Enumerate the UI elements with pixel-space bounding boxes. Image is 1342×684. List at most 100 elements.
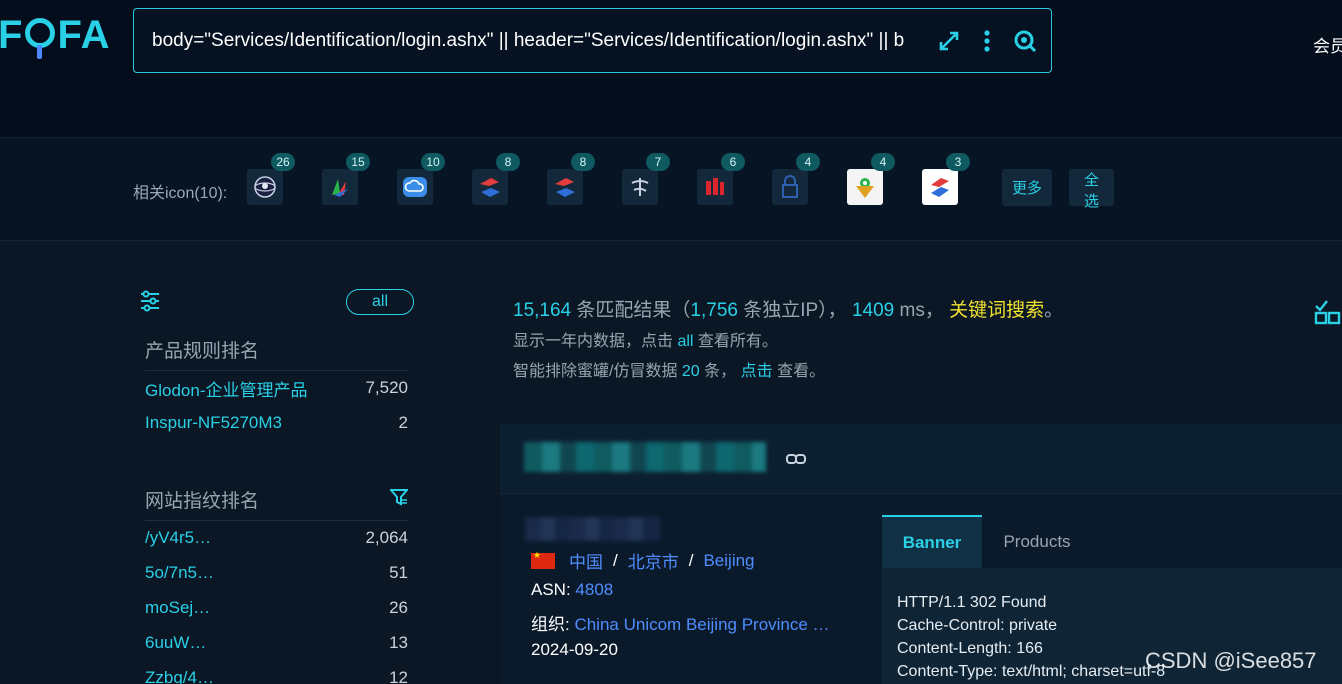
link-icon[interactable] bbox=[786, 452, 806, 470]
rank-count: 2,064 bbox=[365, 528, 408, 547]
match-count: 15,164 bbox=[513, 300, 572, 321]
layout-grid-icon[interactable] bbox=[1314, 298, 1342, 331]
filter-settings-icon[interactable] bbox=[140, 290, 160, 317]
rank-name[interactable]: /yV4r5… bbox=[145, 528, 211, 548]
separator: / bbox=[613, 550, 618, 570]
rank-name[interactable]: moSej… bbox=[145, 598, 210, 618]
product-rank-row[interactable]: Glodon-企业管理产品 7,520 bbox=[145, 376, 408, 400]
tab-banner[interactable]: Banner bbox=[882, 515, 982, 568]
query-time: 1409 bbox=[851, 300, 895, 321]
member-link[interactable]: 会员 bbox=[1313, 32, 1342, 57]
all-data-toggle[interactable]: all bbox=[346, 289, 414, 315]
funnel-filter-icon[interactable] bbox=[388, 488, 410, 511]
red-blue-s-icon bbox=[931, 178, 949, 197]
logo-letter-f: F bbox=[0, 12, 24, 57]
country-link[interactable]: 中国 bbox=[569, 548, 603, 573]
honeypot-view-link[interactable]: 点击 bbox=[741, 363, 773, 380]
icon-count-badge: 4 bbox=[796, 153, 820, 171]
banner-line: HTTP/1.1 302 Found bbox=[897, 594, 1047, 611]
fingerprint-rank-row[interactable]: 5o/7n5… 51 bbox=[145, 561, 408, 585]
fingerprint-rank-row[interactable]: moSej… 26 bbox=[145, 596, 408, 620]
related-icon-5[interactable]: 8 bbox=[547, 153, 595, 205]
rank-name[interactable]: Inspur-NF5270M3 bbox=[145, 413, 282, 433]
stats-end: 。 bbox=[1044, 300, 1064, 321]
tab-products[interactable]: Products bbox=[982, 515, 1092, 568]
red-building-icon bbox=[706, 178, 724, 195]
related-icon-9[interactable]: 4 bbox=[847, 153, 895, 205]
related-icon-1[interactable]: 26 bbox=[247, 153, 295, 205]
fingerprint-rank-row[interactable]: Zzbg/4… 12 bbox=[145, 666, 408, 684]
related-icon-3[interactable]: 10 bbox=[397, 153, 445, 205]
blue-lock-icon bbox=[782, 175, 798, 198]
related-icon-6[interactable]: 7 bbox=[622, 153, 670, 205]
asn-link[interactable]: 4808 bbox=[575, 580, 613, 599]
related-icon-10[interactable]: 3 bbox=[922, 153, 970, 205]
product-rank-row[interactable]: Inspur-NF5270M3 2 bbox=[145, 411, 408, 435]
rank-name[interactable]: 5o/7n5… bbox=[145, 563, 214, 583]
asn-line: ASN: 4808 bbox=[531, 580, 613, 600]
location-line: 中国 / 北京市 / Beijing bbox=[531, 548, 755, 573]
honeypot-suffix: 查看。 bbox=[772, 363, 826, 380]
result-date: 2024-09-20 bbox=[531, 640, 618, 659]
related-icon-4[interactable]: 8 bbox=[472, 153, 520, 205]
fingerprint-rank-row[interactable]: 6uuW… 13 bbox=[145, 631, 408, 655]
fingerprint-rank-row[interactable]: /yV4r5… 2,064 bbox=[145, 526, 408, 550]
more-icons-button[interactable]: 更多 bbox=[1002, 169, 1052, 206]
redacted-host-title[interactable] bbox=[524, 442, 766, 472]
globe-icon bbox=[254, 176, 276, 198]
divider bbox=[145, 520, 408, 521]
separator: / bbox=[688, 550, 694, 570]
rank-count: 2 bbox=[398, 413, 408, 432]
rank-name[interactable]: Zzbg/4… bbox=[145, 668, 214, 684]
top-header: F FA 会员 bbox=[0, 0, 1342, 138]
more-options-icon[interactable] bbox=[975, 27, 999, 55]
city-en-link[interactable]: Beijing bbox=[703, 551, 754, 571]
icon-count-badge: 3 bbox=[946, 153, 970, 171]
rank-name[interactable]: 6uuW… bbox=[145, 633, 206, 653]
icon-count-badge: 26 bbox=[271, 153, 295, 171]
result-stats: 15,164 条匹配结果（1,756 条独立IP）， 1409 ms， 关键词搜… bbox=[513, 295, 1063, 322]
select-all-button[interactable]: 全选 bbox=[1069, 169, 1114, 210]
related-icon-7[interactable]: 6 bbox=[697, 153, 745, 205]
redacted-ip[interactable] bbox=[525, 517, 660, 541]
icon-count-badge: 8 bbox=[496, 153, 520, 171]
search-input[interactable] bbox=[152, 27, 944, 55]
related-icon-2[interactable]: 15 bbox=[322, 153, 370, 205]
icon-count-badge: 6 bbox=[721, 153, 745, 171]
honeypot-notice: 智能排除蜜罐/仿冒数据 20 条， 点击 查看。 bbox=[513, 357, 825, 381]
unique-ip-label: 条独立IP）， bbox=[737, 300, 852, 321]
icon-count-badge: 7 bbox=[646, 153, 670, 171]
keyword-search-link[interactable]: 关键词搜索 bbox=[949, 300, 1044, 321]
match-label: 条匹配结果（ bbox=[571, 300, 691, 321]
search-actions bbox=[937, 27, 1037, 55]
fofa-logo[interactable]: F FA bbox=[0, 10, 111, 60]
show-all-link[interactable]: all bbox=[677, 333, 693, 350]
emblem-icon bbox=[856, 178, 874, 198]
csdn-watermark: CSDN @iSee857 bbox=[1145, 648, 1317, 673]
rank-count: 26 bbox=[389, 598, 408, 617]
logo-o-icon bbox=[25, 18, 56, 59]
time-label: ms， bbox=[894, 300, 950, 321]
related-icon-8[interactable]: 4 bbox=[772, 153, 820, 205]
rank-count: 7,520 bbox=[365, 378, 408, 397]
cloud-icon bbox=[403, 177, 427, 197]
red-blue-arrow-icon bbox=[555, 178, 575, 197]
search-icon[interactable] bbox=[1013, 27, 1037, 55]
expand-icon[interactable] bbox=[937, 27, 961, 55]
honeypot-prefix: 智能排除蜜罐/仿冒数据 bbox=[513, 363, 682, 380]
banner-line: Content-Length: 166 bbox=[897, 640, 1043, 657]
colorful-leaf-icon bbox=[332, 179, 348, 197]
calligraphy-icon bbox=[631, 178, 649, 196]
asn-label: ASN: bbox=[531, 580, 576, 599]
fingerprint-rank-title: 网站指纹排名 bbox=[145, 491, 260, 512]
search-box bbox=[133, 8, 1052, 73]
product-rank-title: 产品规则排名 bbox=[145, 341, 260, 362]
rank-name[interactable]: Glodon-企业管理产品 bbox=[145, 376, 307, 401]
icon-count-badge: 4 bbox=[871, 153, 895, 171]
related-icon-label: 相关icon(10): bbox=[133, 185, 228, 202]
notice-prefix: 显示一年内数据，点击 bbox=[513, 333, 678, 350]
divider bbox=[145, 370, 408, 371]
honeypot-mid: 条， bbox=[699, 363, 741, 380]
city-link[interactable]: 北京市 bbox=[628, 548, 679, 573]
org-link[interactable]: China Unicom Beijing Province … bbox=[574, 615, 829, 634]
